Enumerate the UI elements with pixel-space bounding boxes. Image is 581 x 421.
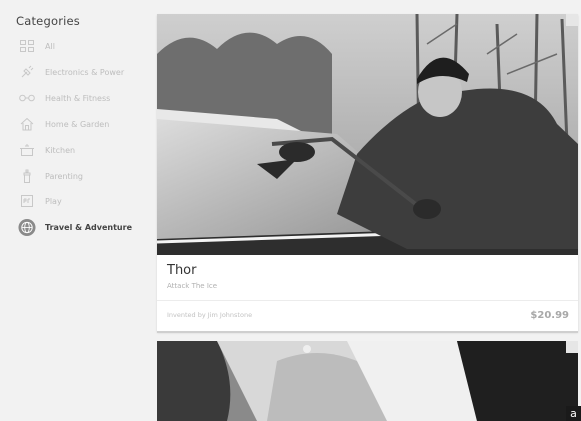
category-item-health-fitness[interactable]: Health & Fitness — [18, 89, 110, 107]
category-item-parenting[interactable]: Parenting — [18, 167, 83, 185]
category-item-travel-adventure[interactable]: Travel & Adventure — [18, 218, 132, 236]
pot-icon — [18, 141, 36, 159]
category-label: All — [45, 41, 55, 51]
card-shadow-line — [157, 331, 578, 333]
category-label: Travel & Adventure — [45, 222, 132, 232]
category-item-all[interactable]: All — [18, 37, 55, 55]
house-icon — [18, 115, 36, 133]
product-photo-2 — [157, 341, 578, 421]
category-item-home-garden[interactable]: Home & Garden — [18, 115, 109, 133]
category-item-play[interactable]: Play — [18, 192, 62, 210]
card-corner-badge — [566, 341, 578, 353]
dumbbell-icon — [18, 89, 36, 107]
product-title[interactable]: Thor — [167, 263, 196, 278]
category-label: Kitchen — [45, 145, 76, 155]
card-divider — [157, 300, 578, 301]
plug-icon — [18, 63, 36, 81]
baby-bottle-icon — [18, 167, 36, 185]
grid-icon — [18, 37, 36, 55]
product-inventor: Invented by Jim Johnstone — [167, 311, 253, 319]
product-card[interactable]: Thor Attack The Ice Invented by Jim John… — [157, 14, 578, 332]
product-price: $20.99 — [530, 310, 569, 321]
categories-sidebar: Categories All Electronics & Power Healt… — [0, 0, 150, 421]
corner-mark: a — [566, 406, 581, 421]
category-label: Parenting — [45, 171, 83, 181]
category-item-electronics-power[interactable]: Electronics & Power — [18, 63, 124, 81]
category-label: Electronics & Power — [45, 67, 125, 77]
globe-icon — [18, 218, 36, 236]
product-subtitle: Attack The Ice — [167, 282, 218, 290]
card-corner-badge — [566, 14, 578, 26]
category-label: Health & Fitness — [45, 93, 111, 103]
sidebar-title: Categories — [16, 14, 80, 28]
category-item-kitchen[interactable]: Kitchen — [18, 141, 75, 159]
category-label: Home & Garden — [45, 119, 110, 129]
product-photo — [157, 14, 578, 255]
game-icon — [18, 192, 36, 210]
category-label: Play — [45, 196, 62, 206]
product-card-2[interactable] — [157, 341, 578, 421]
